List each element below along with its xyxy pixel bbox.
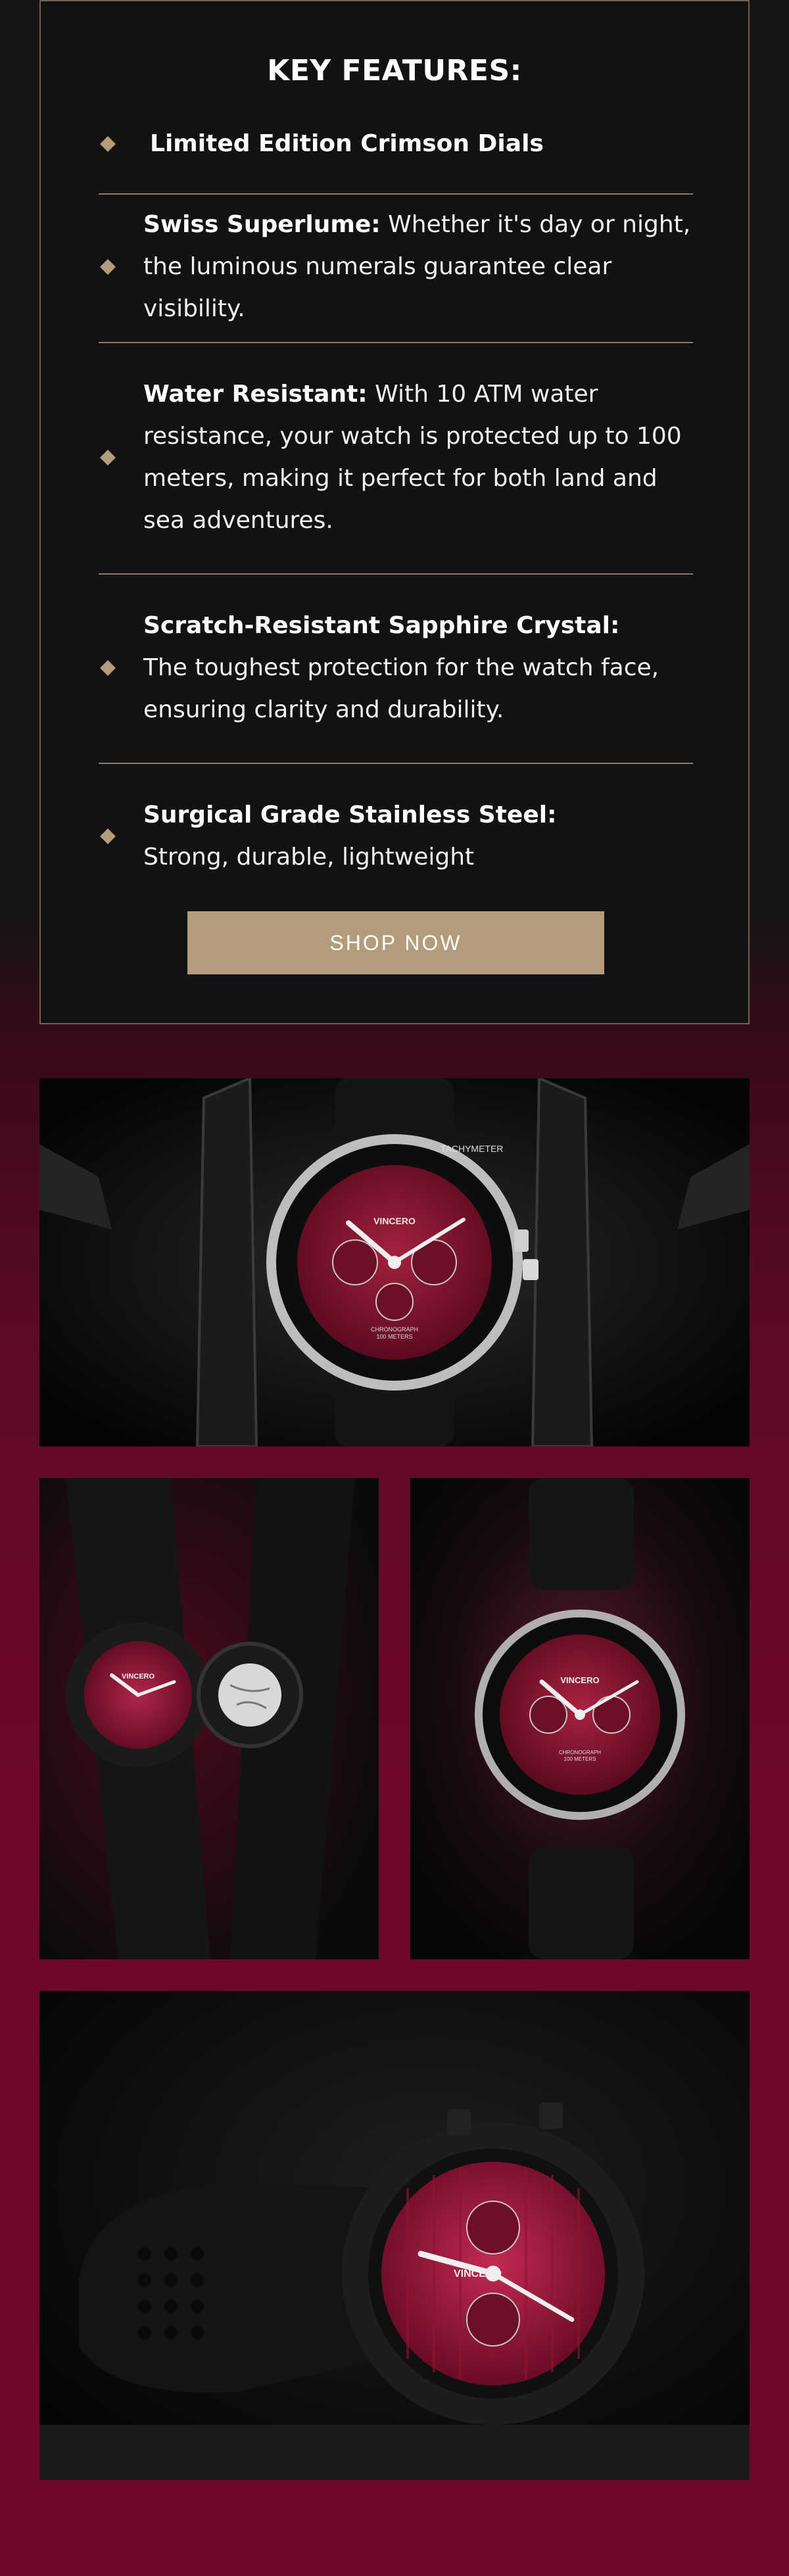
diamond-icon — [99, 448, 117, 467]
feature-label: Surgical Grade Stainless Steel: — [143, 801, 557, 828]
divider — [99, 342, 693, 343]
feature-description: Strong, durable, lightweight — [143, 844, 475, 871]
dial-depth: 100 METERS — [564, 1756, 596, 1762]
feature-item: Scratch-Resistant Sapphire Crystal: The … — [99, 605, 693, 731]
watch-illustration: VINCERO TACHYMETER CHRONOGRAPH 100 METER… — [39, 1078, 750, 1446]
feature-label: Water Resistant: — [143, 381, 368, 408]
features-card: KEY FEATURES: Limited Edition Crimson Di… — [39, 0, 750, 1024]
watch-photo-duo[interactable]: VINCERO — [39, 1478, 379, 1959]
feature-description: The toughest protection for the watch fa… — [143, 654, 659, 723]
feature-item: Swiss Superlume: Whether it's day or nig… — [99, 211, 693, 322]
brand-text: VINCERO — [560, 1675, 599, 1685]
shop-now-button[interactable]: SHOP NOW — [187, 911, 604, 974]
brand-text: VINCERO — [454, 2268, 502, 2279]
features-title: KEY FEATURES: — [267, 54, 522, 87]
feature-item: Water Resistant: With 10 ATM water resis… — [99, 373, 693, 542]
feature-label: Swiss Superlume: — [143, 211, 381, 238]
watch-illustration: VINCERO CHRONOGRAPH 100 METERS — [410, 1478, 750, 1959]
diamond-icon — [99, 258, 117, 276]
divider — [99, 573, 693, 575]
brand-text: VINCERO — [373, 1216, 416, 1226]
dial-subtitle: CHRONOGRAPH — [371, 1326, 418, 1333]
watch-photo-sport[interactable]: VINCERO — [39, 1991, 750, 2480]
feature-label: Scratch-Resistant Sapphire Crystal: — [143, 612, 620, 639]
feature-label: Limited Edition Crimson Dials — [150, 130, 544, 157]
divider — [99, 763, 693, 764]
feature-item: Limited Edition Crimson Dials — [99, 123, 693, 165]
diamond-icon — [99, 827, 117, 846]
watch-photo-chronograph[interactable]: VINCERO TACHYMETER CHRONOGRAPH 100 METER… — [39, 1078, 750, 1446]
brand-text: VINCERO — [122, 1673, 155, 1681]
feature-item: Surgical Grade Stainless Steel: Strong, … — [99, 794, 693, 878]
watch-illustration: VINCERO — [39, 1478, 379, 1959]
watch-illustration: VINCERO — [39, 1991, 750, 2480]
diamond-icon — [99, 659, 117, 677]
dial-subtitle: CHRONOGRAPH — [559, 1750, 601, 1755]
bezel-text: TACHYMETER — [441, 1143, 503, 1154]
divider — [99, 193, 693, 195]
dial-depth: 100 METERS — [376, 1333, 412, 1340]
diamond-icon — [99, 135, 117, 153]
watch-photo-glow[interactable]: VINCERO CHRONOGRAPH 100 METERS — [410, 1478, 750, 1959]
